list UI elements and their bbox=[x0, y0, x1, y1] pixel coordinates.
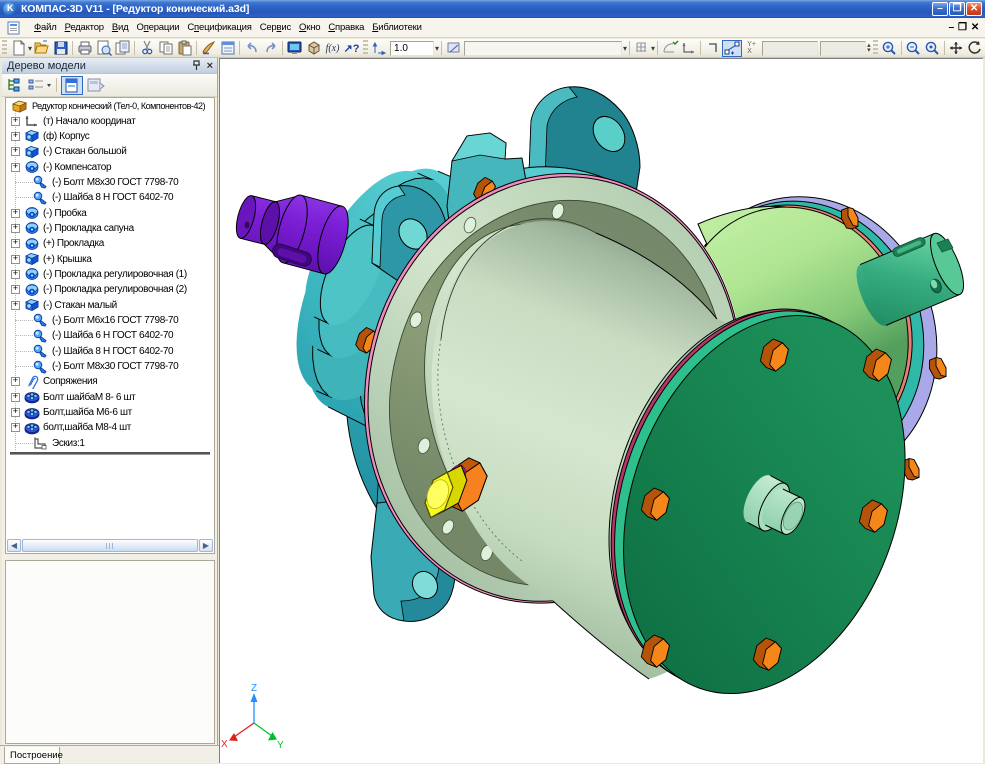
svg-text:Z: Z bbox=[251, 683, 257, 694]
svg-text:X: X bbox=[221, 739, 228, 750]
svg-text:Y: Y bbox=[277, 740, 284, 751]
